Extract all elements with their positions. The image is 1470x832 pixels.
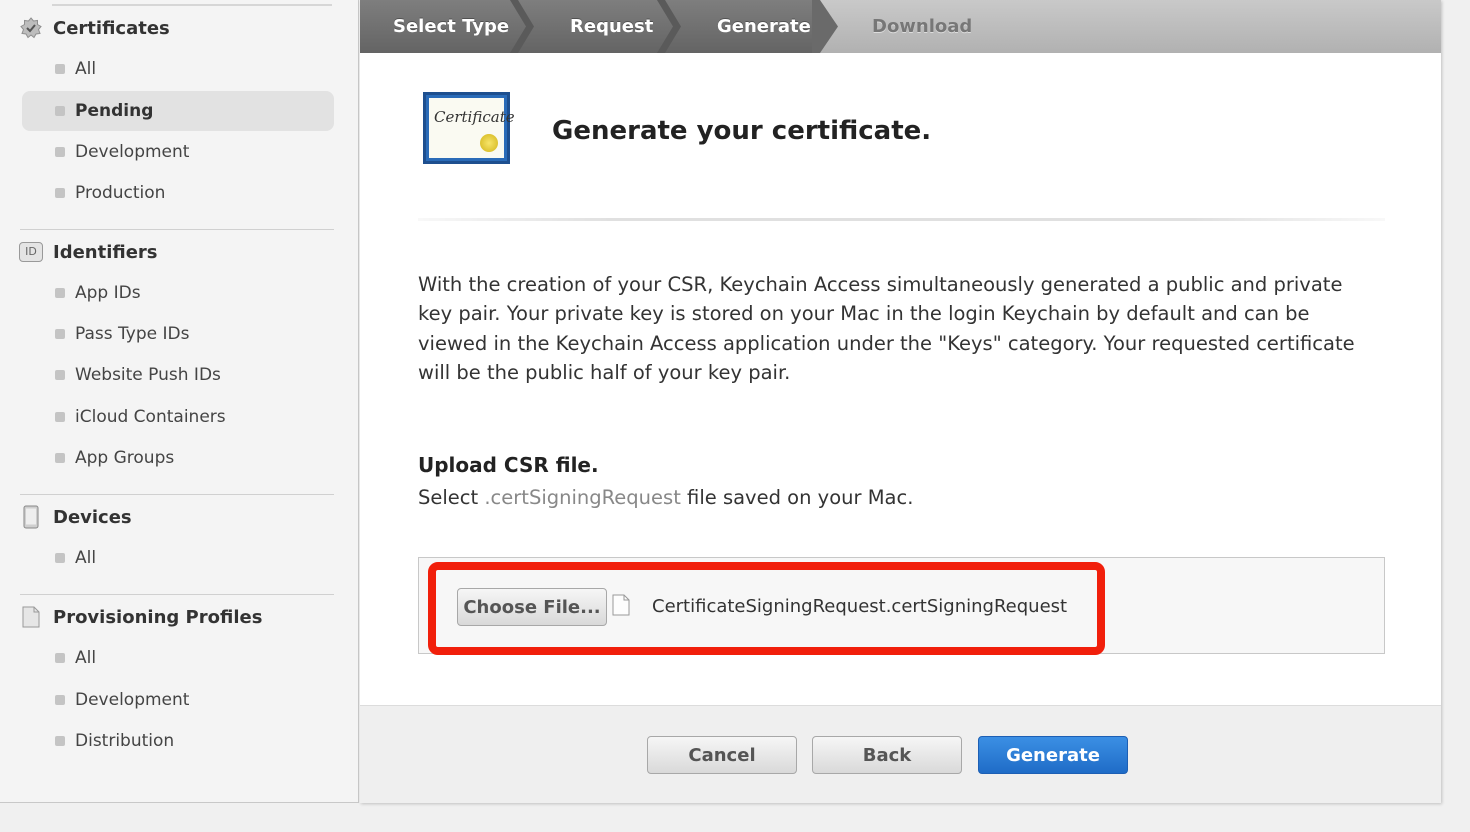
document-icon [19, 605, 43, 629]
bullet-icon [55, 329, 65, 339]
sidebar-item-label: Pass Type IDs [75, 324, 190, 344]
sidebar-item-label: All [75, 548, 97, 568]
sidebar-item-app-ids[interactable]: App IDs [22, 273, 334, 313]
section-header-identifiers[interactable]: ID Identifiers [0, 237, 340, 267]
section-divider [418, 218, 1385, 221]
cancel-button[interactable]: Cancel [647, 736, 797, 774]
back-button[interactable]: Back [812, 736, 962, 774]
page-title: Generate your certificate. [552, 116, 932, 146]
sidebar-item-label: Distribution [75, 731, 175, 751]
bullet-icon [55, 453, 65, 463]
step-progress-bar: Select Type Request Generate Download [360, 0, 1441, 53]
bullet-icon [55, 106, 65, 116]
sidebar-item-certificates-all[interactable]: All [22, 49, 334, 89]
section-title-identifiers: Identifiers [53, 241, 158, 263]
step-download: Download [872, 16, 973, 37]
sidebar-item-website-push-ids[interactable]: Website Push IDs [22, 355, 334, 395]
sidebar-item-profiles-development[interactable]: Development [22, 680, 334, 720]
sidebar-item-pass-type-ids[interactable]: Pass Type IDs [22, 314, 334, 354]
seal-icon [480, 134, 498, 152]
section-title-certificates: Certificates [53, 17, 170, 39]
sidebar-divider [20, 594, 334, 595]
sidebar-item-certificates-development[interactable]: Development [22, 132, 334, 172]
section-title-devices: Devices [53, 506, 132, 528]
file-extension-text: .certSigningRequest [484, 486, 681, 509]
upload-instructions: Select .certSigningRequest file saved on… [418, 486, 913, 509]
sidebar-item-app-groups[interactable]: App Groups [22, 438, 334, 478]
step-chevron-icon [657, 0, 681, 53]
sidebar-divider [20, 494, 334, 495]
sidebar-item-label: Production [75, 183, 166, 203]
sidebar-item-label: Development [75, 142, 190, 162]
sidebar-item-label: App Groups [75, 448, 175, 468]
upload-title: Upload CSR file. [418, 453, 599, 477]
bullet-icon [55, 288, 65, 298]
sidebar-item-profiles-distribution[interactable]: Distribution [22, 721, 334, 761]
sidebar-item-label: Pending [75, 101, 154, 121]
sidebar-item-certificates-pending[interactable]: Pending [22, 91, 334, 131]
upload-instructions-prefix: Select [418, 486, 485, 509]
bullet-icon [55, 412, 65, 422]
bullet-icon [55, 370, 65, 380]
sidebar-item-label: All [75, 648, 97, 668]
step-request: Request [570, 16, 654, 37]
sidebar-item-certificates-production[interactable]: Production [22, 173, 334, 213]
sidebar-item-profiles-all[interactable]: All [22, 638, 334, 678]
footer-actions: Cancel Back Generate [360, 705, 1441, 803]
section-header-certificates[interactable]: Certificates [0, 13, 340, 43]
sidebar-divider [20, 229, 334, 230]
sidebar-item-label: All [75, 59, 97, 79]
id-icon: ID [19, 240, 43, 264]
upload-instructions-suffix: file saved on your Mac. [680, 486, 914, 509]
sidebar-item-label: Development [75, 690, 190, 710]
step-generate: Generate [717, 16, 811, 37]
step-select-type: Select Type [393, 16, 510, 37]
generate-button[interactable]: Generate [978, 736, 1128, 774]
highlight-annotation [428, 562, 1105, 655]
bullet-icon [55, 147, 65, 157]
bullet-icon [55, 736, 65, 746]
bullet-icon [55, 695, 65, 705]
description-text: With the creation of your CSR, Keychain … [418, 273, 1355, 385]
step-chevron-icon [812, 0, 838, 53]
sidebar: Certificates All Pending Development Pro… [0, 0, 359, 803]
bullet-icon [55, 553, 65, 563]
certificate-icon-text: Certificate [434, 108, 515, 126]
sidebar-item-icloud-containers[interactable]: iCloud Containers [22, 397, 334, 437]
bullet-icon [55, 64, 65, 74]
sidebar-item-label: iCloud Containers [75, 407, 226, 427]
section-header-provisioning-profiles[interactable]: Provisioning Profiles [0, 602, 340, 632]
device-icon [19, 505, 43, 529]
bullet-icon [55, 188, 65, 198]
certificate-icon: Certificate [423, 92, 515, 164]
bullet-icon [55, 653, 65, 663]
sidebar-top-divider [52, 4, 332, 6]
step-chevron-icon [510, 0, 534, 53]
sidebar-item-devices-all[interactable]: All [22, 538, 334, 578]
section-header-devices[interactable]: Devices [0, 502, 340, 532]
section-title-provisioning-profiles: Provisioning Profiles [53, 606, 263, 628]
sidebar-item-label: Website Push IDs [75, 365, 221, 385]
certificate-badge-icon [19, 16, 43, 40]
main-panel: Select Type Request Generate Download Ce… [360, 0, 1441, 803]
id-icon-label: ID [19, 242, 43, 262]
sidebar-item-label: App IDs [75, 283, 141, 303]
